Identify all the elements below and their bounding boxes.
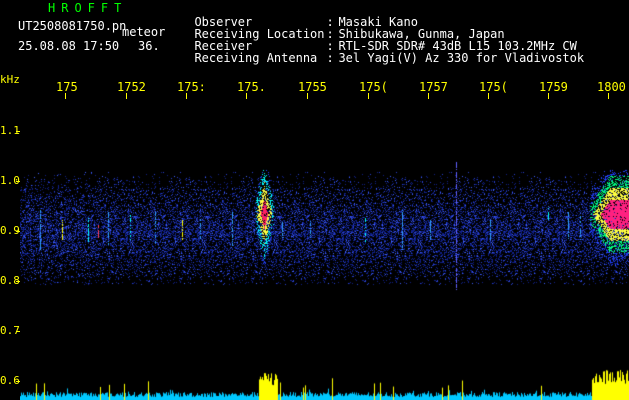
- x-tick-mark: [428, 93, 429, 99]
- info-colon: :: [326, 51, 334, 65]
- x-tick-label: 175:: [177, 80, 206, 94]
- x-tick-label: 1755: [298, 80, 327, 94]
- x-tick-label: 175(: [359, 80, 388, 94]
- y-axis-unit: kHz: [0, 73, 20, 86]
- x-tick-mark: [488, 93, 489, 99]
- info-antenna: Receiving Antenna:3el Yagi(V) Az 330 for…: [180, 40, 584, 64]
- count-label: 36.: [138, 39, 160, 53]
- x-tick-label: 1759: [539, 80, 568, 94]
- brand-title: HROFFT: [48, 1, 128, 15]
- x-tick-mark: [368, 93, 369, 99]
- x-tick-label: 175(: [479, 80, 508, 94]
- info-label: Receiving Antenna: [194, 51, 318, 65]
- x-tick-label: 1800: [597, 80, 626, 94]
- x-tick-mark: [186, 93, 187, 99]
- x-tick-mark: [608, 93, 609, 99]
- x-tick-mark: [246, 93, 247, 99]
- signal-strength-waveform: [20, 368, 629, 400]
- x-tick-mark: [65, 93, 66, 99]
- filename-label: UT2508081750.pn: [18, 19, 127, 33]
- x-tick-label: 1757: [419, 80, 448, 94]
- datetime-label: 25.08.08 17:50: [18, 39, 120, 53]
- mode-label: meteor: [122, 25, 166, 39]
- x-tick-mark: [307, 93, 308, 99]
- spectrogram-plot: [20, 100, 629, 400]
- x-tick-label: 1752: [117, 80, 146, 94]
- x-tick-mark: [548, 93, 549, 99]
- info-value: 3el Yagi(V) Az 330 for Vladivostok: [338, 51, 585, 65]
- x-tick-mark: [126, 93, 127, 99]
- x-tick-label: 175.: [237, 80, 266, 94]
- x-tick-label: 175: [56, 80, 78, 94]
